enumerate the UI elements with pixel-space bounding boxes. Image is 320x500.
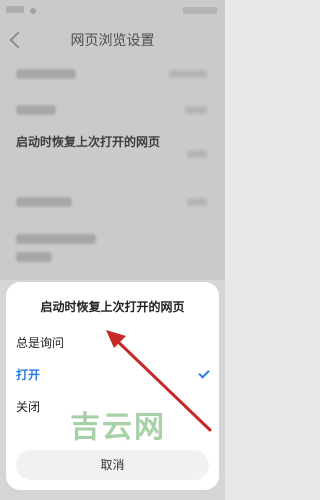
annotation-arrow bbox=[106, 330, 212, 432]
